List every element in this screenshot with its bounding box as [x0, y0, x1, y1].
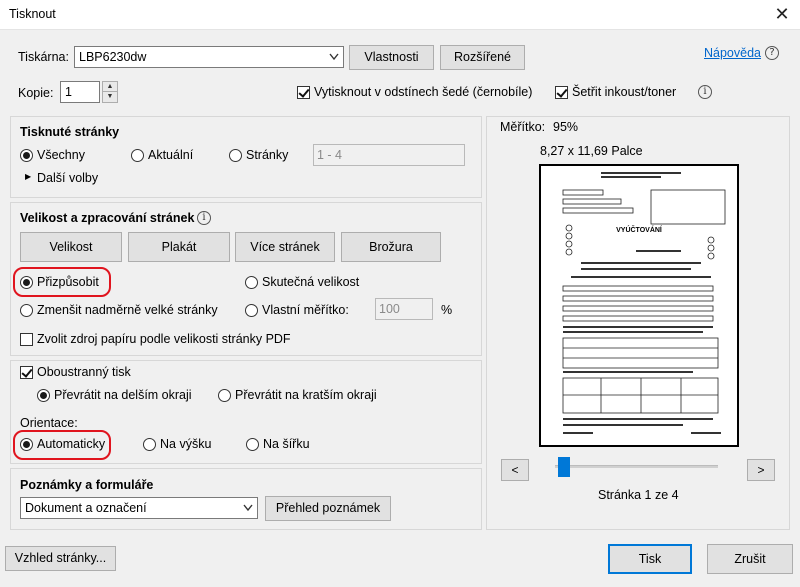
page-status: Stránka 1 ze 4 — [598, 488, 679, 502]
custom-scale-label: Vlastní měřítko: — [262, 303, 349, 317]
radio-fit[interactable] — [20, 276, 33, 289]
current-page-label: Aktuální — [148, 148, 194, 162]
print-button[interactable]: Tisk — [608, 544, 692, 574]
radio-all-pages[interactable] — [20, 149, 33, 162]
radio-auto-orientation[interactable] — [20, 438, 33, 451]
radio-actual-size[interactable] — [245, 276, 258, 289]
save-ink-label: Šetřit inkoust/toner — [572, 85, 677, 99]
portrait-label: Na výšku — [160, 437, 212, 451]
sizing-section-title: Velikost a zpracování stránek — [20, 211, 195, 225]
radio-long-edge[interactable] — [37, 389, 50, 402]
paper-source-label: Zvolit zdroj papíru podle velikosti strá… — [37, 332, 291, 346]
radio-shrink[interactable] — [20, 304, 33, 317]
spin-down-icon[interactable]: ▼ — [103, 92, 117, 102]
page-preview: VYÚČTOVÁNÍ — [539, 164, 739, 447]
save-ink-checkbox[interactable] — [555, 86, 568, 99]
all-pages-label: Všechny — [37, 148, 85, 162]
advanced-button[interactable]: Rozšířené — [440, 45, 525, 70]
short-edge-label: Převrátit na kratším okraji — [235, 388, 377, 402]
radio-page-range[interactable] — [229, 149, 242, 162]
printer-label: Tiskárna: — [18, 50, 69, 64]
radio-current-page[interactable] — [131, 149, 144, 162]
next-page-button[interactable]: > — [747, 459, 775, 481]
paper-source-checkbox[interactable] — [20, 333, 33, 346]
fit-label: Přizpůsobit — [37, 275, 99, 289]
duplex-label: Oboustranný tisk — [37, 365, 131, 379]
multiple-pages-button[interactable]: Více stránek — [235, 232, 335, 262]
auto-orientation-label: Automaticky — [37, 437, 106, 451]
title-bar: Tisknout ✕ — [0, 0, 800, 30]
poster-button[interactable]: Plakát — [128, 232, 230, 262]
expand-arrow-icon[interactable]: ▶ — [25, 172, 31, 181]
info-icon[interactable]: i — [698, 85, 712, 99]
radio-short-edge[interactable] — [218, 389, 231, 402]
page-slider-thumb[interactable] — [558, 457, 570, 477]
grayscale-checkbox[interactable] — [297, 86, 310, 99]
paper-size: 8,27 x 11,69 Palce — [540, 144, 643, 158]
comments-select[interactable]: Dokument a označení — [20, 497, 258, 519]
info-icon[interactable]: i — [197, 211, 211, 225]
copies-label: Kopie: — [18, 86, 54, 100]
pages-section-title: Tisknuté stránky — [20, 125, 120, 139]
radio-portrait[interactable] — [143, 438, 156, 451]
landscape-label: Na šířku — [263, 437, 310, 451]
booklet-button[interactable]: Brožura — [341, 232, 441, 262]
shrink-label: Zmenšit nadměrně velké stránky — [37, 303, 218, 317]
orientation-label: Orientace: — [20, 416, 78, 430]
radio-landscape[interactable] — [246, 438, 259, 451]
help-icon[interactable]: ? — [765, 46, 779, 60]
page-slider-track[interactable] — [555, 465, 718, 468]
comments-summary-button[interactable]: Přehled poznámek — [265, 496, 391, 521]
percent-sign: % — [441, 303, 453, 317]
window-title: Tisknout — [9, 7, 56, 21]
custom-scale-input[interactable]: 100 — [375, 298, 433, 320]
comments-section-title: Poznámky a formuláře — [20, 478, 154, 492]
more-options-link[interactable]: Další volby — [37, 171, 98, 185]
size-button[interactable]: Velikost — [20, 232, 122, 262]
copies-input[interactable]: 1 — [60, 81, 100, 103]
copies-spinner[interactable]: ▲ ▼ — [102, 81, 118, 103]
help-link[interactable]: Nápověda — [704, 46, 761, 60]
scale-value: 95% — [553, 120, 579, 134]
prev-page-button[interactable]: < — [501, 459, 529, 481]
close-icon[interactable]: ✕ — [770, 3, 794, 25]
page-range-label: Stránky — [246, 148, 289, 162]
cancel-button[interactable]: Zrušit — [707, 544, 793, 574]
scale-label: Měřítko: — [500, 120, 546, 134]
radio-custom-scale[interactable] — [245, 304, 258, 317]
page-setup-button[interactable]: Vzhled stránky... — [5, 546, 116, 571]
grayscale-label: Vytisknout v odstínech šedé (černobíle) — [314, 85, 533, 99]
spin-up-icon[interactable]: ▲ — [103, 82, 117, 92]
printer-select[interactable]: LBP6230dw — [74, 46, 344, 68]
duplex-checkbox[interactable] — [20, 366, 33, 379]
comments-select-value: Dokument a označení — [25, 501, 147, 515]
long-edge-label: Převrátit na delším okraji — [54, 388, 192, 402]
actual-size-label: Skutečná velikost — [262, 275, 360, 289]
page-range-input[interactable]: 1 - 4 — [313, 144, 465, 166]
document-thumbnail: VYÚČTOVÁNÍ — [562, 172, 726, 434]
chevron-down-icon — [329, 47, 339, 69]
doc-heading: VYÚČTOVÁNÍ — [616, 225, 663, 234]
chevron-down-icon — [243, 498, 253, 520]
copies-value: 1 — [65, 85, 72, 99]
properties-button[interactable]: Vlastnosti — [349, 45, 434, 70]
printer-select-value: LBP6230dw — [79, 50, 147, 64]
